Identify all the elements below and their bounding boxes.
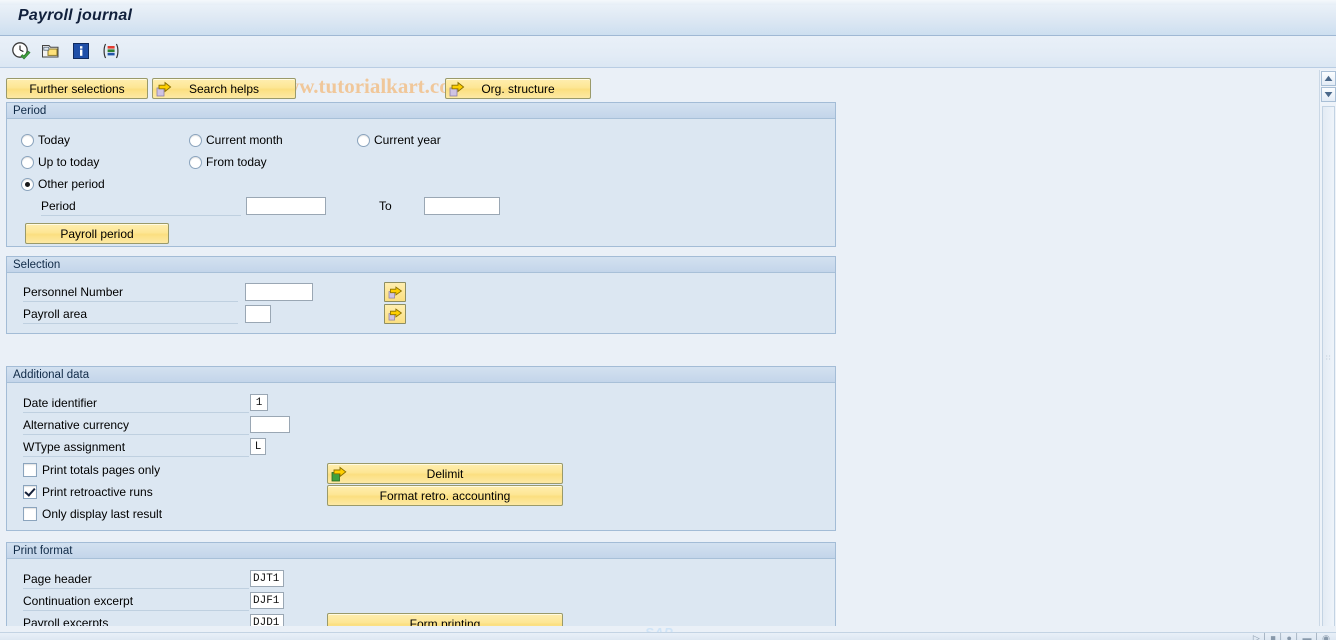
- scroll-up-arrow-icon[interactable]: [1320, 71, 1336, 86]
- title-bar-highlight: [0, 0, 1336, 5]
- arrow-right-icon: [449, 81, 465, 100]
- format-retro-accounting-button[interactable]: Format retro. accounting: [327, 485, 563, 506]
- payroll-period-label: Payroll period: [60, 226, 134, 241]
- search-helps-button[interactable]: Search helps: [152, 78, 296, 99]
- date-identifier-input[interactable]: [250, 394, 268, 411]
- additional-data-panel: Additional data Date identifier Alternat…: [6, 366, 836, 531]
- delimit-arrow-icon: [331, 466, 347, 485]
- scrollbar-grip[interactable]: ∷: [1326, 355, 1333, 362]
- get-variant-icon[interactable]: [40, 40, 62, 62]
- payroll-area-label: Payroll area: [23, 307, 238, 324]
- selection-screen-button-row: Further selections Search helps Org. str…: [0, 78, 1300, 100]
- payroll-area-input[interactable]: [245, 305, 271, 323]
- selection-panel: Selection Personnel Number Payroll area: [6, 256, 836, 334]
- additional-data-panel-header: Additional data: [7, 367, 835, 383]
- radio-up-to-today-label: Up to today: [38, 155, 100, 169]
- radio-indicator: [357, 133, 370, 147]
- payroll-period-button[interactable]: Payroll period: [25, 223, 169, 244]
- window-title-bar: Payroll journal: [0, 0, 1336, 36]
- period-field-label: Period: [41, 199, 241, 216]
- date-identifier-label: Date identifier: [23, 396, 249, 413]
- delimit-label: Delimit: [426, 466, 464, 481]
- radio-today-label: Today: [38, 133, 71, 147]
- toolbar-icon-group: [10, 40, 122, 62]
- radio-other-period[interactable]: Other period: [21, 177, 105, 191]
- radio-indicator: [21, 177, 34, 191]
- arrow-right-icon: [156, 81, 172, 100]
- information-icon[interactable]: [70, 40, 92, 62]
- wtype-assignment-label: WType assignment: [23, 440, 249, 457]
- radio-other-period-label: Other period: [38, 177, 105, 191]
- checkbox-print-retroactive-runs-label: Print retroactive runs: [42, 485, 153, 499]
- checkbox-only-display-last-result[interactable]: Only display last result: [23, 507, 162, 521]
- radio-current-month[interactable]: Current month: [189, 133, 283, 147]
- wtype-assignment-input[interactable]: [250, 438, 266, 455]
- multiple-selection-icon[interactable]: [100, 40, 122, 62]
- status-bar: ▷ │ ■ │ ● │ ▬ │ ◉: [0, 632, 1336, 640]
- page-title: Payroll journal: [18, 7, 133, 24]
- page-header-label: Page header: [23, 572, 249, 589]
- radio-up-to-today[interactable]: Up to today: [21, 155, 99, 169]
- org-structure-button[interactable]: Org. structure: [445, 78, 591, 99]
- radio-from-today-label: From today: [206, 155, 267, 169]
- further-selections-label: Further selections: [29, 81, 125, 96]
- alternative-currency-label: Alternative currency: [23, 418, 249, 435]
- radio-indicator: [189, 133, 202, 147]
- application-toolbar: © www.tutorialkart.com: [0, 36, 1336, 98]
- radio-from-today[interactable]: From today: [189, 155, 267, 169]
- further-selections-button[interactable]: Further selections: [6, 78, 148, 99]
- delimit-button[interactable]: Delimit: [327, 463, 563, 484]
- period-to-label: To: [379, 199, 392, 213]
- page-header-input[interactable]: [250, 570, 284, 587]
- personnel-number-input[interactable]: [245, 283, 313, 301]
- personnel-number-label: Personnel Number: [23, 285, 238, 302]
- period-from-input[interactable]: [246, 197, 326, 215]
- period-to-input[interactable]: [424, 197, 500, 215]
- print-format-panel-header: Print format: [7, 543, 835, 559]
- checkbox-indicator: [23, 507, 37, 521]
- status-bar-indicators: ▷ │ ■ │ ● │ ▬ │ ◉: [1252, 633, 1330, 640]
- selection-panel-header: Selection: [7, 257, 835, 273]
- checkbox-print-totals-pages-only[interactable]: Print totals pages only: [23, 463, 160, 477]
- radio-indicator: [21, 133, 34, 147]
- checkbox-print-totals-pages-only-label: Print totals pages only: [42, 463, 161, 477]
- period-panel: Period Today Current month Current year …: [6, 102, 836, 247]
- continuation-excerpt-label: Continuation excerpt: [23, 594, 249, 611]
- payroll-area-multiple-selection-button[interactable]: [384, 304, 406, 324]
- checkbox-only-display-last-result-label: Only display last result: [42, 507, 163, 521]
- format-retro-accounting-label: Format retro. accounting: [379, 488, 511, 503]
- continuation-excerpt-input[interactable]: [250, 592, 284, 609]
- alternative-currency-input[interactable]: [250, 416, 290, 433]
- personnel-number-multiple-selection-button[interactable]: [384, 282, 406, 302]
- sap-gui-window: Payroll journal © www.tutorialkart.com F…: [0, 0, 1336, 640]
- search-helps-label: Search helps: [188, 81, 260, 96]
- checkbox-indicator: [23, 485, 37, 499]
- scroll-down-arrow-icon[interactable]: [1320, 87, 1336, 102]
- checkbox-print-retroactive-runs[interactable]: Print retroactive runs: [23, 485, 153, 499]
- radio-indicator: [189, 155, 202, 169]
- period-panel-header: Period: [7, 103, 835, 119]
- radio-today[interactable]: Today: [21, 133, 70, 147]
- radio-current-month-label: Current month: [206, 133, 283, 147]
- radio-current-year[interactable]: Current year: [357, 133, 441, 147]
- checkbox-indicator: [23, 463, 37, 477]
- radio-indicator: [21, 155, 34, 169]
- vertical-scrollbar[interactable]: ∷: [1319, 70, 1336, 633]
- execute-clock-icon[interactable]: [10, 40, 32, 62]
- radio-current-year-label: Current year: [374, 133, 441, 147]
- scrollbar-track[interactable]: ∷: [1322, 106, 1335, 631]
- org-structure-label: Org. structure: [481, 81, 555, 96]
